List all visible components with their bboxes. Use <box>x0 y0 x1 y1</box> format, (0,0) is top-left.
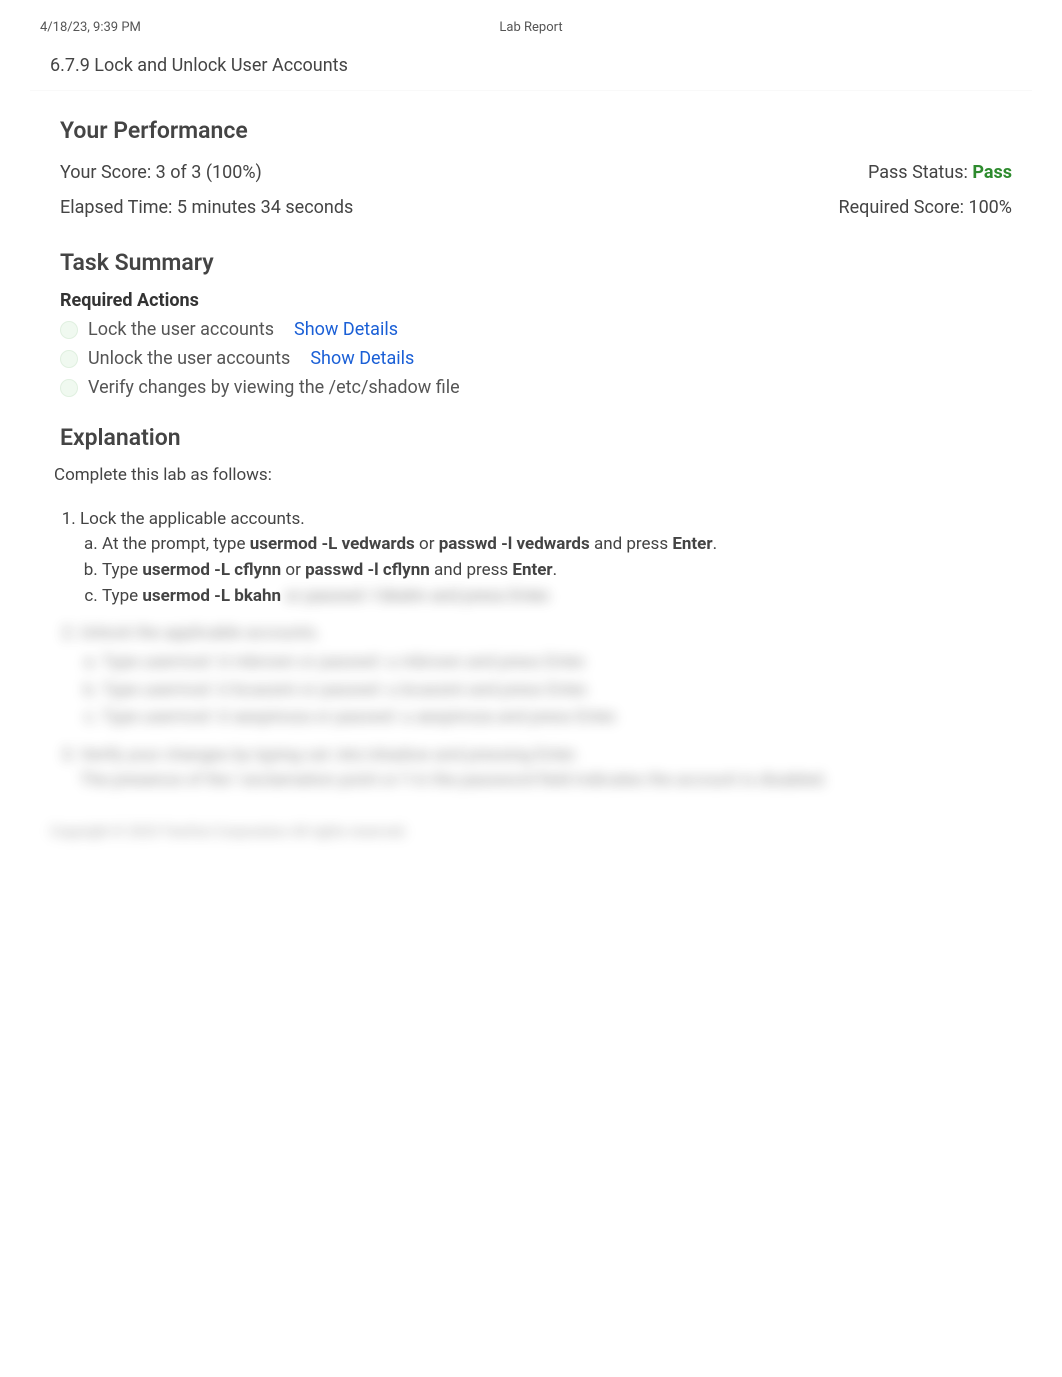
step-2b-blurred: Type usermod -U bcassini or passwd -u bc… <box>102 678 1012 704</box>
performance-row-2: Elapsed Time: 5 minutes 34 seconds Requi… <box>60 193 1012 224</box>
print-spacer <box>695 20 1022 35</box>
step-3-detail-blurred: The presence of the ! exclamation point … <box>80 768 1012 794</box>
required-score-label: Required Score: 100% <box>839 193 1012 224</box>
blurred-inline: or passwd -l bkahn and press Enter. <box>281 586 552 606</box>
explanation-heading: Explanation <box>60 424 1012 451</box>
score-label: Your Score: 3 of 3 (100%) <box>60 158 262 189</box>
check-icon <box>60 379 78 397</box>
key-name: Enter <box>672 534 712 554</box>
lab-title: 6.7.9 Lock and Unlock User Accounts <box>50 55 1012 76</box>
check-icon <box>60 321 78 339</box>
command: usermod -L vedwards <box>250 534 415 554</box>
performance-row-1: Your Score: 3 of 3 (100%) Pass Status: P… <box>60 158 1012 189</box>
text: . <box>553 560 557 580</box>
task-summary-heading: Task Summary <box>60 249 1012 276</box>
divider <box>30 90 1032 91</box>
elapsed-label: Elapsed Time: 5 minutes 34 seconds <box>60 193 353 224</box>
step-2a-blurred: Type usermod -U mbrown or passwd -u mbro… <box>102 650 1012 676</box>
pass-status-value: Pass <box>972 162 1012 183</box>
step-2-blurred: Unlock the applicable accounts. Type use… <box>80 621 1012 731</box>
text: or <box>415 534 439 554</box>
step-1-title: Lock the applicable accounts. <box>80 509 305 529</box>
explanation-intro: Complete this lab as follows: <box>54 465 1012 485</box>
pass-status-label: Pass Status: <box>868 162 972 183</box>
action-row: Verify changes by viewing the /etc/shado… <box>60 377 1012 398</box>
action-label: Unlock the user accounts <box>88 348 290 369</box>
step-3-blurred: Verify your changes by typing cat /etc/s… <box>80 743 1012 794</box>
step-1-substeps: At the prompt, type usermod -L vedwards … <box>80 533 1012 608</box>
command: usermod -L cflynn <box>142 560 281 580</box>
step-1c: Type usermod -L bkahn or passwd -l bkahn… <box>102 585 1012 609</box>
text: and press <box>430 560 513 580</box>
text: or <box>281 560 305 580</box>
explanation-steps: Lock the applicable accounts. At the pro… <box>60 509 1012 608</box>
text: Type <box>102 586 142 606</box>
blurred-content: Unlock the applicable accounts. Type use… <box>60 621 1012 794</box>
text: . <box>713 534 717 554</box>
text: and press <box>590 534 673 554</box>
key-name: Enter <box>512 560 552 580</box>
action-label: Lock the user accounts <box>88 319 274 340</box>
print-timestamp: 4/18/23, 9:39 PM <box>40 20 367 35</box>
show-details-link[interactable]: Show Details <box>310 348 414 369</box>
command: passwd -l vedwards <box>439 534 590 554</box>
text: Verify your changes by typing cat /etc/s… <box>80 745 578 765</box>
required-actions-heading: Required Actions <box>60 290 1012 311</box>
action-label: Verify changes by viewing the /etc/shado… <box>88 377 460 398</box>
performance-heading: Your Performance <box>60 117 1012 144</box>
step-1b: Type usermod -L cflynn or passwd -l cfly… <box>102 559 1012 583</box>
check-icon <box>60 350 78 368</box>
print-title: Lab Report <box>367 20 694 35</box>
action-row: Lock the user accounts Show Details <box>60 319 1012 340</box>
action-row: Unlock the user accounts Show Details <box>60 348 1012 369</box>
text: At the prompt, type <box>102 534 250 554</box>
command: passwd -l cflynn <box>305 560 430 580</box>
step-2c-blurred: Type usermod -U aespinoza or passwd -u a… <box>102 705 1012 731</box>
show-details-link[interactable]: Show Details <box>294 319 398 340</box>
step-1: Lock the applicable accounts. At the pro… <box>80 509 1012 608</box>
text: Type <box>102 560 142 580</box>
pass-status: Pass Status: Pass <box>868 158 1012 189</box>
page-header: 4/18/23, 9:39 PM Lab Report <box>40 20 1022 35</box>
copyright-footer: Copyright © 2023 TestOut Corporation All… <box>50 824 1022 840</box>
text: Unlock the applicable accounts. <box>80 623 320 643</box>
command: usermod -L bkahn <box>142 586 281 606</box>
step-1a: At the prompt, type usermod -L vedwards … <box>102 533 1012 557</box>
